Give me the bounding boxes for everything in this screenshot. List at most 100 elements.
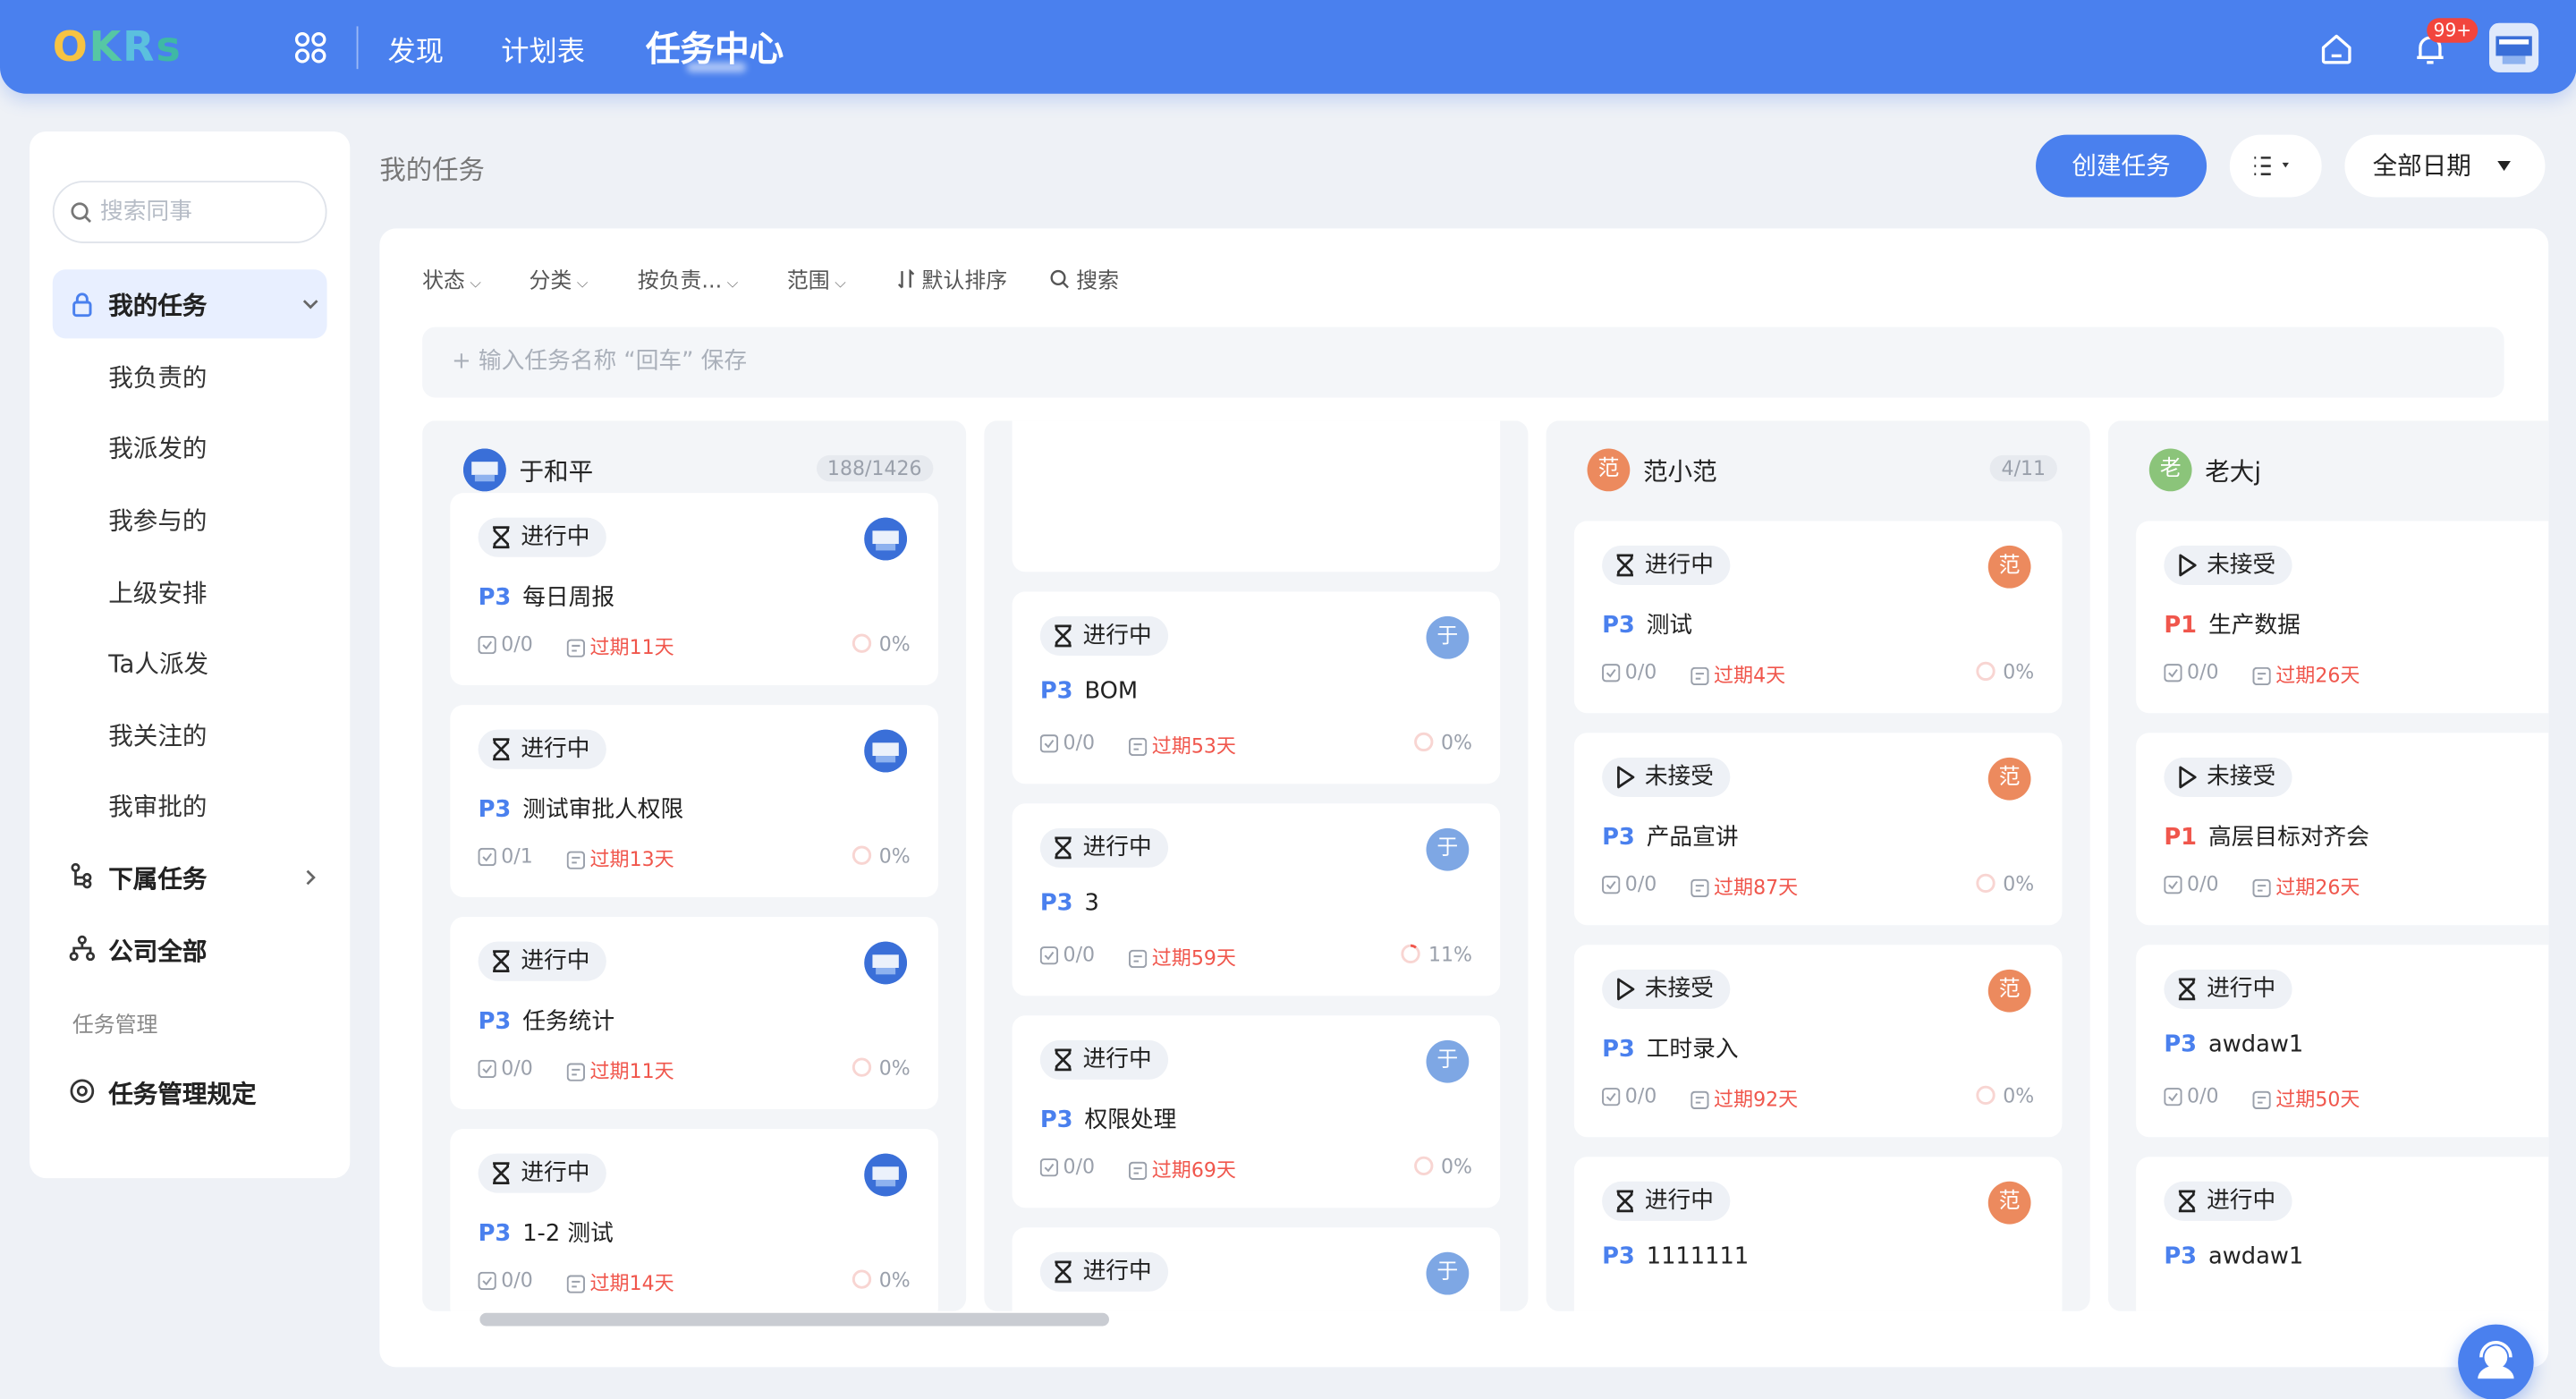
task-card[interactable]: 进行中 于 P3 3 0/0 过期59天 11% [1012,803,1501,996]
horizontal-scrollbar[interactable] [479,1312,1109,1327]
task-status-badge[interactable]: 进行中 [1039,827,1169,868]
okrs-logo[interactable]: OKRs [53,23,182,71]
column-owner-avatar[interactable]: 老 [2148,448,2192,492]
task-title[interactable]: P3 产品宣讲 [1602,820,1738,853]
task-card[interactable]: 进行中 P3 测试审批人权限 0/1 过期13天 0% [450,705,938,898]
task-card[interactable]: 未接受 P1 生产数据 0/0 过期26天 [2136,521,2549,714]
task-assignee-avatar[interactable]: 于 [1426,1251,1470,1295]
task-status-badge[interactable]: 进行中 [478,941,606,981]
sidebar-item-others[interactable]: Ta人派发 [108,646,208,681]
task-title[interactable]: P1 生产数据 [2164,608,2300,641]
colleague-search[interactable] [52,181,327,243]
task-assignee-avatar[interactable] [864,941,908,985]
task-title[interactable]: P3 每日周报 [479,580,614,613]
sidebar-item-responsible[interactable]: 我负责的 [108,360,207,394]
create-task-button[interactable]: 创建任务 [2036,134,2207,198]
task-assignee-avatar[interactable]: 于 [1426,1039,1470,1083]
sidebar-item-subordinate[interactable]: 下属任务 [108,861,207,896]
task-assignee-avatar[interactable]: 范 [1987,969,2031,1013]
task-card[interactable]: 进行中 于 [1012,1227,1501,1311]
task-status-badge[interactable]: 进行中 [1602,545,1731,585]
task-title[interactable]: P1 高层目标对齐会 [2164,820,2369,853]
task-assignee-avatar[interactable]: 于 [1426,615,1470,659]
task-status-badge[interactable]: 进行中 [1039,1251,1169,1292]
task-title[interactable]: P3 BOM [1040,679,1138,705]
task-status-badge[interactable]: 未接受 [1602,969,1731,1009]
task-status-badge[interactable]: 进行中 [478,729,606,769]
chevron-down-icon[interactable] [301,294,320,314]
filter-category[interactable]: 分类 ⌵ [530,263,589,294]
task-card[interactable]: 进行中 P3 awdaw1 0/0 过期50天 [2136,945,2549,1138]
sidebar-item-approval[interactable]: 我审批的 [108,789,207,824]
home-icon[interactable] [2317,30,2356,69]
hierarchy-icon [71,862,92,889]
sidebar-item-company[interactable]: 公司全部 [108,933,207,968]
search-filter[interactable]: 搜索 [1050,263,1119,294]
date-range-select[interactable]: 全部日期 [2344,134,2546,198]
task-status-badge[interactable]: 进行中 [1602,1181,1731,1221]
task-assignee-avatar[interactable]: 范 [1987,545,2031,589]
user-avatar[interactable] [2489,22,2539,72]
task-card[interactable]: 未接受 范 P3 产品宣讲 0/0 过期87天 0% [1573,733,2063,926]
task-card[interactable]: 进行中 P3 awdaw1 [2136,1157,2549,1311]
task-title[interactable]: P3 测试审批人权限 [479,792,684,825]
chevron-right-icon[interactable] [301,868,320,887]
task-status-badge[interactable]: 进行中 [2164,1181,2292,1221]
sidebar-item-rules[interactable]: 任务管理规定 [108,1076,256,1111]
task-title[interactable]: P3 3 [1040,891,1099,917]
task-card[interactable]: 进行中 于 P3 BOM 0/0 过期53天 0% [1012,591,1501,784]
filter-owner[interactable]: 按负责... ⌵ [638,263,738,294]
task-progress: 11% [1401,943,1472,966]
task-card[interactable]: 进行中 于 P3 权限处理 0/0 过期69天 0% [1012,1015,1501,1208]
nav-discover[interactable]: 发现 [388,28,444,69]
task-title[interactable]: P3 工时录入 [1602,1032,1738,1065]
colleague-search-input[interactable] [100,195,314,229]
task-status-badge[interactable]: 进行中 [1039,1039,1169,1080]
sidebar-item-participating[interactable]: 我参与的 [108,503,207,538]
task-assignee-avatar[interactable]: 范 [1987,757,2031,801]
sidebar-item-following[interactable]: 我关注的 [108,718,207,753]
task-card[interactable]: 进行中 P3 每日周报 0/0 过期11天 0% [450,493,938,686]
task-status-badge[interactable]: 进行中 [2164,969,2292,1009]
quick-add-task-input[interactable]: + 输入任务名称 “回车” 保存 [422,326,2504,398]
task-title[interactable]: P3 权限处理 [1040,1103,1176,1136]
task-title[interactable]: P3 awdaw1 [2164,1032,2303,1058]
filter-scope[interactable]: 范围 ⌵ [787,263,846,294]
column-owner-avatar[interactable]: 范 [1587,448,1631,492]
sidebar-item-dispatched[interactable]: 我派发的 [108,430,207,465]
task-card[interactable]: 0/0过期53天0% [1012,420,1501,572]
column-owner-avatar[interactable] [463,448,506,492]
task-card[interactable]: 未接受 范 P3 工时录入 0/0 过期92天 0% [1573,945,2063,1138]
apps-grid-icon[interactable] [292,30,328,65]
task-status-badge[interactable]: 进行中 [1039,615,1169,656]
support-chat-button[interactable] [2458,1324,2534,1399]
task-title[interactable]: P3 测试 [1602,608,1692,641]
task-card[interactable]: 进行中 P3 1-2 测试 0/0 过期14天 0% [450,1129,938,1311]
task-title[interactable]: P3 1-2 测试 [479,1216,614,1249]
task-status-badge[interactable]: 进行中 [478,517,606,557]
task-status-badge[interactable]: 进行中 [478,1153,606,1193]
task-status-badge[interactable]: 未接受 [1602,757,1731,797]
filter-status[interactable]: 状态 ⌵ [422,263,481,294]
task-assignee-avatar[interactable]: 范 [1987,1181,2031,1225]
task-assignee-avatar[interactable] [864,729,908,773]
task-title[interactable]: P3 任务统计 [479,1004,614,1037]
task-status-badge[interactable]: 未接受 [2164,545,2292,585]
task-assignee-avatar[interactable]: 于 [1426,827,1470,871]
task-assignee-avatar[interactable] [864,517,908,561]
task-assignee-avatar[interactable] [864,1153,908,1197]
sort-default[interactable]: 默认排序 [897,263,1007,294]
task-title[interactable]: P3 1111111 [1602,1244,1749,1270]
sidebar-item-superior[interactable]: 上级安排 [108,575,207,610]
task-card[interactable]: 进行中 范 P3 测试 0/0 过期4天 0% [1573,521,2063,714]
task-status-badge[interactable]: 未接受 [2164,757,2292,797]
task-progress: 0% [1975,1084,2034,1107]
task-card[interactable]: 进行中 P3 任务统计 0/0 过期11天 0% [450,917,938,1109]
task-subtask-text: 0/0 [1624,1084,1657,1108]
task-card[interactable]: 未接受 P1 高层目标对齐会 0/0 过期26天 [2136,733,2549,926]
task-subtask-count: 0/0 [2164,872,2219,895]
nav-planner[interactable]: 计划表 [501,28,585,69]
task-title[interactable]: P3 awdaw1 [2164,1244,2303,1270]
task-card[interactable]: 进行中 范 P3 1111111 [1573,1157,2063,1311]
view-options-button[interactable] [2229,134,2322,198]
